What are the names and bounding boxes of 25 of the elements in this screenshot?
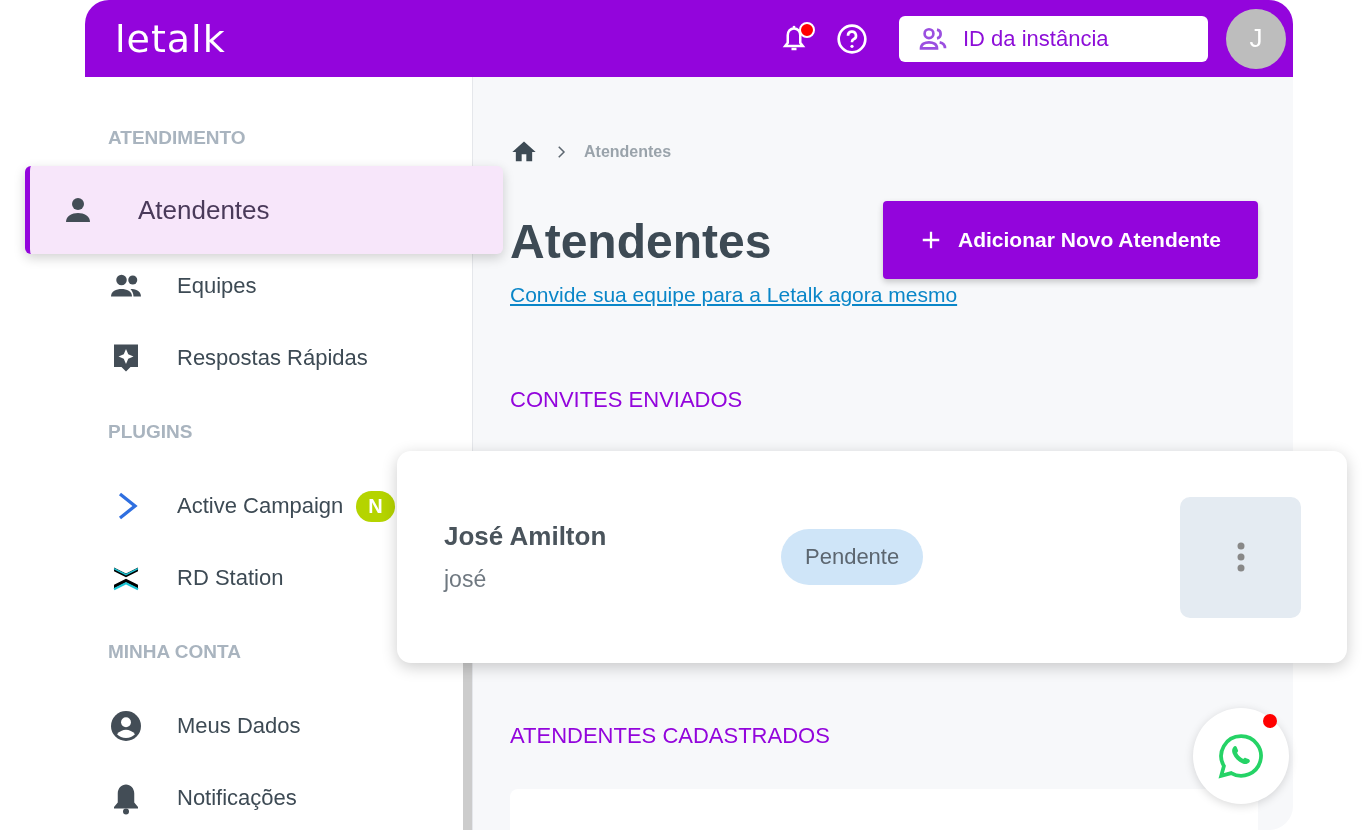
nav-item[interactable]: Active Campaign N (108, 470, 395, 542)
nav-item[interactable]: Meus Dados (108, 690, 301, 762)
nav-item[interactable]: Atendentes (25, 166, 503, 254)
add-agent-button[interactable]: Adicionar Novo Atendente (883, 201, 1258, 279)
new-badge: N (356, 490, 395, 522)
section-heading: PLUGINS (108, 420, 193, 444)
whatsapp-icon (1216, 731, 1266, 781)
section-heading: ATENDIMENTO (108, 126, 246, 150)
status-pill: Pendente (781, 529, 924, 585)
logo[interactable]: letalk (115, 16, 777, 61)
help-icon (836, 22, 868, 55)
section-title: ATENDENTES CADASTRADOS (510, 723, 831, 749)
help-button[interactable] (835, 21, 869, 56)
instance-id-button[interactable]: ID da instância (899, 15, 1208, 62)
nav-item[interactable]: Notificações (108, 762, 297, 830)
nav-item[interactable]: Respostas Rápidas (108, 322, 368, 394)
account-circle-icon (108, 708, 144, 744)
nav-item[interactable]: RD Station (108, 542, 284, 614)
invitee-name: José Amilton (444, 521, 608, 552)
page-title: Atendentes (510, 214, 772, 269)
section-title: CONVITES ENVIADOS (510, 387, 744, 413)
invitee-username: josé (444, 566, 488, 593)
more-vertical-icon (1236, 542, 1245, 572)
invite-link[interactable]: Convide sua equipe para a Letalk agora mesmo (510, 283, 958, 307)
section-heading: MINHA CONTA (108, 640, 241, 664)
